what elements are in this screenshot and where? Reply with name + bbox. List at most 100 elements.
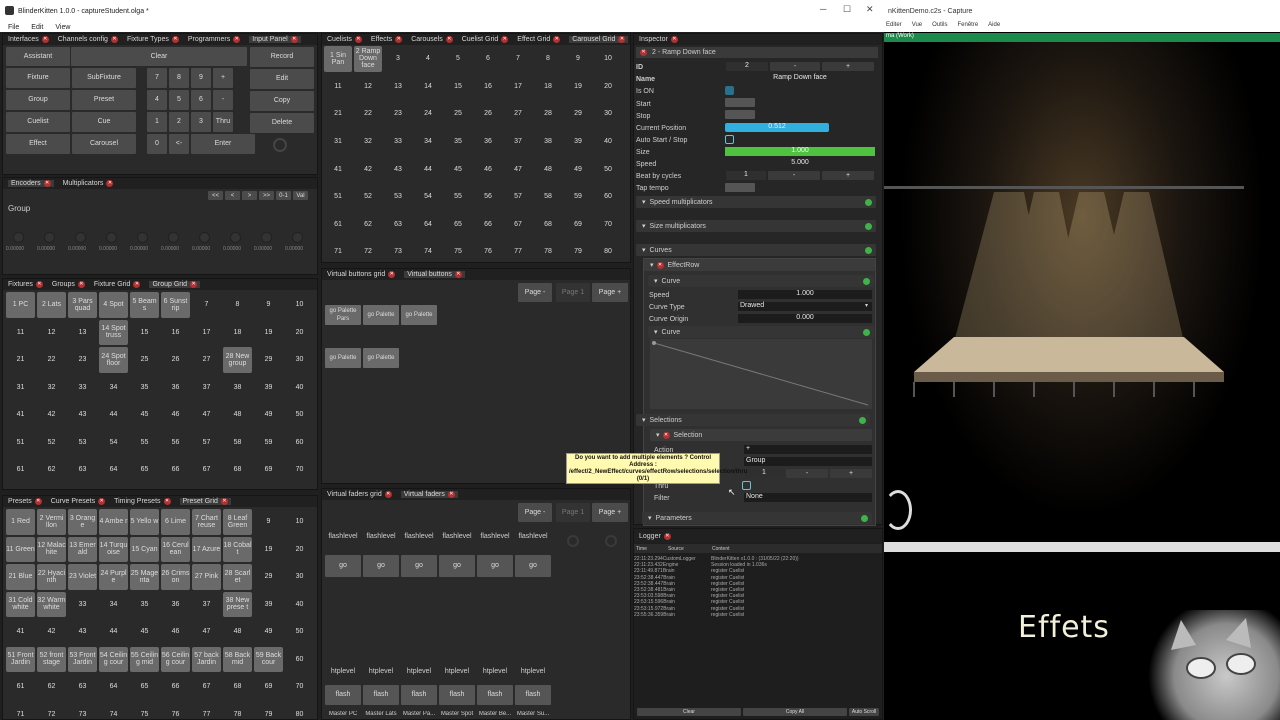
cuelist-cell[interactable]: 67 (504, 212, 532, 238)
fixture-cell[interactable]: 12 (37, 320, 66, 346)
cuelist-cell[interactable]: 25 (444, 101, 472, 127)
add-icon[interactable] (865, 198, 872, 206)
thru-decrement-button[interactable]: - (786, 469, 828, 478)
preset-cell[interactable]: 77 (192, 702, 221, 720)
tab-curve-presets[interactable]: Curve Presets ✕ (51, 498, 106, 505)
preset-cell[interactable]: 41 (6, 619, 35, 645)
cuelist-cell[interactable]: 40 (594, 129, 622, 155)
close-icon[interactable]: ✕ (171, 36, 179, 43)
vb-page-plus-button[interactable]: Page + (592, 283, 628, 302)
fixture-cell[interactable]: 34 (99, 375, 128, 401)
capture-menu-item[interactable]: Aide (988, 22, 1000, 32)
id-increment-button[interactable]: + (822, 62, 874, 71)
cuelist-cell[interactable]: 59 (564, 184, 592, 210)
preset-cell[interactable]: 43 (68, 619, 97, 645)
action-select[interactable]: + (744, 445, 872, 454)
close-icon[interactable]: ✕ (290, 36, 298, 43)
cuelist-cell[interactable]: 47 (504, 156, 532, 182)
selections-section[interactable]: ▾ Selections (636, 414, 870, 426)
tab-fixtures[interactable]: Fixtures ✕ (8, 281, 43, 288)
curve-speed-field[interactable]: 1.000 (738, 290, 872, 299)
add-icon[interactable] (865, 222, 872, 230)
fixture-cell[interactable]: 33 (68, 375, 97, 401)
encoder-nav-button[interactable]: 0-1 (276, 191, 291, 200)
tab-virtual-buttons[interactable]: Virtual buttons ✕ (404, 271, 465, 278)
go-button[interactable]: go (477, 555, 513, 577)
id-field[interactable]: 2 (726, 62, 768, 71)
preset-cell[interactable]: 4 Ambe r (99, 509, 128, 535)
cuelist-cell[interactable]: 51 (324, 184, 352, 210)
tab-interfaces[interactable]: Interfaces ✕ (8, 36, 49, 43)
keypad--button[interactable]: - (213, 90, 233, 110)
encoder-nav-button[interactable]: << (208, 191, 223, 200)
cuelist-cell[interactable]: 28 (534, 101, 562, 127)
preset-cell[interactable]: 73 (68, 702, 97, 720)
tab-timing-presets[interactable]: Timing Presets ✕ (114, 498, 171, 505)
encoder-knob-icon[interactable] (168, 232, 179, 243)
thru-checkbox[interactable] (742, 481, 751, 490)
cuelist-cell[interactable]: 75 (444, 239, 472, 262)
cuelist-cell[interactable]: 73 (384, 239, 412, 262)
start-button[interactable] (725, 98, 755, 107)
close-icon[interactable]: ✕ (233, 36, 241, 43)
preset-cell[interactable]: 69 (254, 674, 283, 700)
cuelist-cell[interactable]: 66 (474, 212, 502, 238)
fixture-cell[interactable]: 41 (6, 402, 35, 428)
close-icon[interactable]: ✕ (384, 491, 392, 498)
tap-tempo-button[interactable] (725, 183, 755, 192)
preset-cell[interactable]: 24 Purpl e (99, 564, 128, 590)
fixture-cell[interactable]: 26 (161, 347, 190, 373)
cuelist-cell[interactable]: 79 (564, 239, 592, 262)
virtual-button[interactable]: go Palette Pars (325, 305, 361, 325)
fixture-cell[interactable]: 11 (6, 320, 35, 346)
record-button[interactable]: Record (250, 47, 314, 67)
preset-cell[interactable]: 12 Malac hite (37, 536, 66, 562)
group-button[interactable]: Group (6, 90, 70, 110)
assistant-button[interactable]: Assistant (6, 47, 70, 66)
cuelist-cell[interactable]: 32 (354, 129, 382, 155)
filter-select[interactable]: None (744, 493, 872, 502)
fixture-cell[interactable]: 40 (285, 375, 314, 401)
cuelist-cell[interactable]: 65 (444, 212, 472, 238)
tab-programmers[interactable]: Programmers ✕ (188, 36, 241, 43)
fixture-cell[interactable]: 21 (6, 347, 35, 373)
cuelist-button[interactable]: Cuelist (6, 112, 70, 132)
fixture-cell[interactable]: 19 (254, 320, 283, 346)
virtual-button[interactable]: go Palette (401, 305, 437, 325)
close-icon[interactable]: ✕ (395, 36, 403, 43)
preset-cell[interactable]: 10 (285, 509, 314, 535)
clear-button[interactable]: Clear (71, 47, 247, 66)
close-icon[interactable]: ✕ (133, 281, 141, 288)
fixture-cell[interactable]: 54 (99, 430, 128, 456)
preset-cell[interactable]: 55 Ceilin g mid (130, 646, 159, 672)
tab-effect-grid[interactable]: Effect Grid ✕ (517, 36, 561, 43)
go-button[interactable]: go (401, 555, 437, 577)
fixture-cell[interactable]: 67 (192, 457, 221, 483)
cuelist-cell[interactable]: 29 (564, 101, 592, 127)
tab-input-panel[interactable]: Input Panel ✕ (249, 36, 301, 43)
fixture-cell[interactable]: 30 (285, 347, 314, 373)
keypad-8-button[interactable]: 8 (169, 68, 189, 88)
encoder-knob-icon[interactable] (75, 232, 86, 243)
fixture-cell[interactable]: 62 (37, 457, 66, 483)
preset-cell[interactable]: 45 (130, 619, 159, 645)
fixture-cell[interactable]: 17 (192, 320, 221, 346)
fixture-cell[interactable]: 39 (254, 375, 283, 401)
beat-decrement-button[interactable]: - (768, 171, 820, 180)
fixture-cell[interactable]: 36 (161, 375, 190, 401)
encoder-nav-button[interactable]: > (242, 191, 257, 200)
preset-cell[interactable]: 29 (254, 564, 283, 590)
fixture-cell[interactable]: 69 (254, 457, 283, 483)
cuelist-cell[interactable]: 35 (444, 129, 472, 155)
keypad--button[interactable]: <- (169, 134, 189, 154)
fixture-cell[interactable]: 61 (6, 457, 35, 483)
fixture-cell[interactable]: 46 (161, 402, 190, 428)
encoder-knob-icon[interactable] (106, 232, 117, 243)
add-icon[interactable] (865, 246, 872, 254)
flash-button[interactable]: flash (439, 685, 475, 705)
cuelist-cell[interactable]: 62 (354, 212, 382, 238)
preset-cell[interactable]: 7 Chart reuse (192, 509, 221, 535)
cuelist-cell[interactable]: 21 (324, 101, 352, 127)
close-icon[interactable]: ✕ (553, 36, 561, 43)
cuelist-cell[interactable]: 77 (504, 239, 532, 262)
